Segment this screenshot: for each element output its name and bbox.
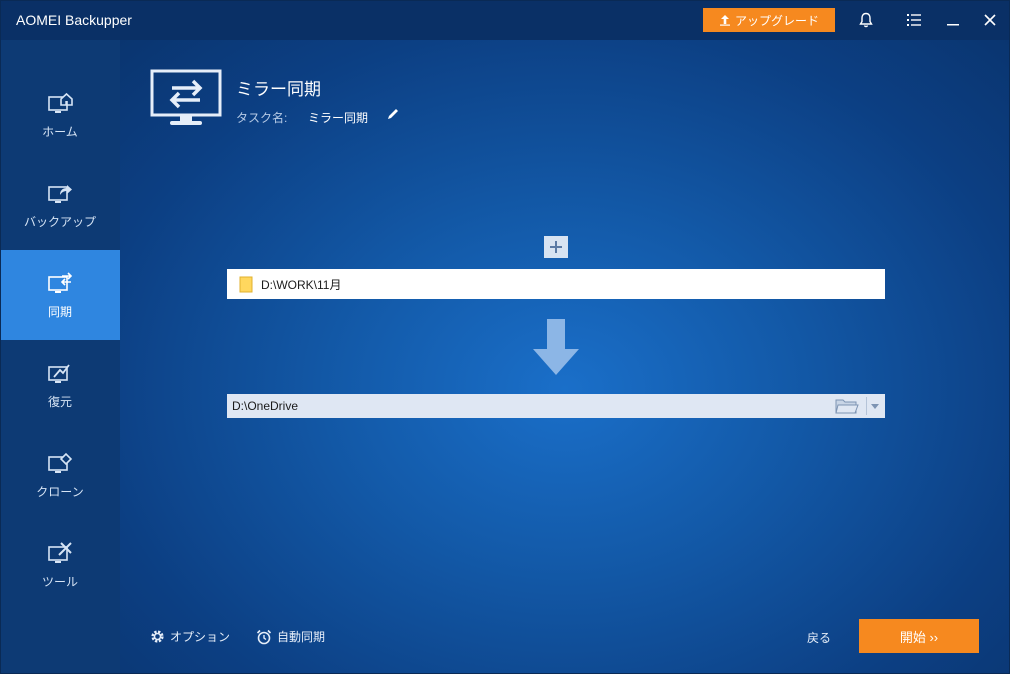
options-label: オプション	[170, 630, 231, 644]
browse-folder-icon[interactable]	[835, 397, 859, 415]
sidebar-item-label: バックアップ	[23, 214, 96, 229]
edit-icon[interactable]	[386, 107, 400, 121]
sidebar-item-backup[interactable]: バックアップ	[0, 160, 120, 250]
source-path: D:\WORK\11月	[261, 277, 342, 292]
sync-icon	[48, 271, 73, 293]
options-link[interactable]: オプション	[150, 628, 230, 645]
auto-sync-link[interactable]: 自動同期	[256, 628, 325, 645]
sidebar-item-home[interactable]: ホーム	[0, 70, 120, 160]
minimize-icon[interactable]	[943, 10, 963, 30]
bell-icon[interactable]	[856, 10, 876, 30]
clone-icon	[48, 452, 73, 473]
destination-input[interactable]	[232, 399, 822, 413]
add-source-button[interactable]	[544, 236, 568, 258]
folder-icon	[239, 276, 253, 292]
alarm-clock-icon	[256, 629, 272, 644]
sidebar-item-label: 同期	[47, 304, 72, 319]
task-name-label: タスク名:	[236, 111, 288, 125]
sidebar-item-tools[interactable]: ツール	[0, 520, 120, 610]
sidebar-item-label: ツール	[41, 574, 78, 589]
sidebar-item-restore[interactable]: 復元	[0, 340, 120, 430]
backup-icon	[48, 184, 72, 203]
source-folder-item[interactable]: D:\WORK\11月	[227, 269, 885, 299]
gear-icon	[151, 630, 164, 643]
upgrade-label: アップグレード	[734, 13, 819, 28]
chevron-down-icon[interactable]	[868, 398, 882, 414]
tools-icon	[48, 541, 72, 563]
back-button[interactable]: 戻る	[807, 629, 831, 646]
home-icon	[48, 92, 73, 113]
down-arrow-icon	[533, 319, 579, 375]
dropdown-separator	[866, 397, 867, 415]
page-title: ミラー同期	[236, 80, 321, 99]
close-icon[interactable]	[980, 10, 1000, 30]
destination-field	[227, 394, 885, 418]
upgrade-button[interactable]: アップグレード	[703, 8, 835, 32]
restore-icon	[48, 363, 70, 383]
mirror-sync-icon	[150, 69, 222, 125]
sidebar-item-clone[interactable]: クローン	[0, 430, 120, 520]
plus-icon	[550, 241, 562, 253]
app-title: AOMEI Backupper	[16, 12, 132, 28]
title-bar: AOMEI Backupper アップグレード	[0, 0, 1010, 40]
task-name-value: ミラー同期	[308, 111, 369, 125]
sidebar-item-label: 復元	[47, 394, 72, 409]
sidebar-item-sync[interactable]: 同期	[0, 250, 120, 340]
sidebar: ホーム バックアップ 同期 復元 クローン ツール	[0, 40, 120, 674]
upgrade-icon	[719, 15, 730, 26]
start-button[interactable]: 開始 ››	[859, 619, 979, 653]
sidebar-item-label: クローン	[36, 484, 84, 499]
menu-icon[interactable]	[904, 10, 924, 30]
auto-sync-label: 自動同期	[277, 630, 326, 644]
sidebar-item-label: ホーム	[42, 124, 78, 139]
